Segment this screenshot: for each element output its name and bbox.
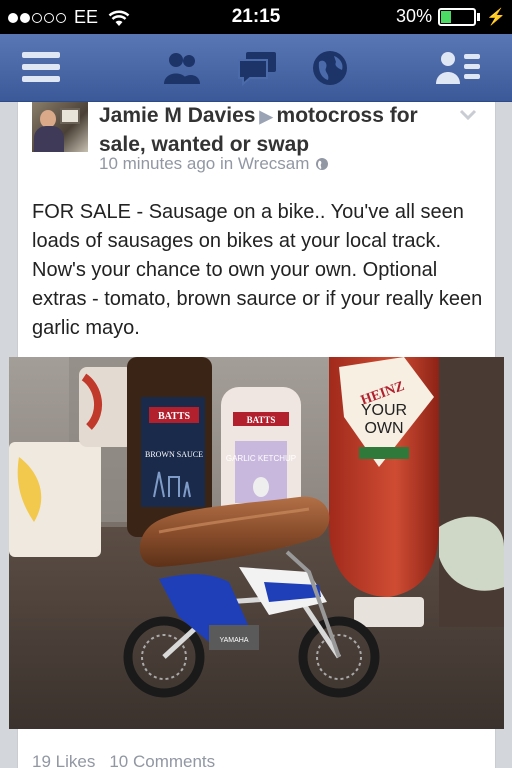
bottle2-brand: BATTS [247, 415, 276, 425]
bike-brand: YAMAHA [219, 637, 248, 644]
comments-count[interactable]: 10 Comments [109, 752, 215, 768]
post-body: FOR SALE - Sausage on a bike.. You've al… [32, 201, 483, 339]
likes-count[interactable]: 19 Likes [32, 752, 95, 768]
charging-icon: ⚡ [486, 8, 506, 26]
bottle3-label2: OWN [364, 420, 403, 437]
arrow-icon: ▶ [259, 107, 273, 126]
post-timestamp: 10 minutes ago in Wrecsam [99, 154, 310, 173]
profile-menu-icon[interactable] [436, 48, 484, 88]
status-bar: EE 21:15 30% ⚡ [0, 0, 512, 34]
post-card: Jamie M Davies ▶ motocross for sale, wante… [9, 102, 504, 768]
author-avatar[interactable] [32, 102, 88, 152]
bottle3-label1: YOUR [361, 402, 407, 419]
battery-percent: 30% [396, 6, 433, 26]
messages-icon[interactable] [236, 48, 280, 88]
friends-icon[interactable] [160, 48, 204, 88]
nav-bar [0, 34, 512, 102]
author-name[interactable]: Jamie M Davies [99, 104, 255, 127]
post-photo[interactable]: BATTS BROWN SAUCE BATTS GARLIC KETCHUP H… [9, 357, 504, 729]
post-header: Jamie M Davies ▶ motocross for sale, wante… [99, 102, 469, 159]
post-stats: 19 Likes 10 Comments [32, 752, 215, 768]
menu-icon[interactable] [22, 52, 60, 82]
bottle1-label: BROWN SAUCE [145, 450, 203, 459]
chevron-down-icon[interactable] [459, 108, 477, 122]
post-meta: 10 minutes ago in Wrecsam [99, 154, 329, 174]
privacy-globe-icon [316, 158, 329, 170]
battery-icon [438, 7, 477, 26]
globe-icon[interactable] [310, 48, 350, 88]
bottle2-label: GARLIC KETCHUP [226, 454, 296, 463]
bottle1-brand: BATTS [158, 411, 190, 422]
